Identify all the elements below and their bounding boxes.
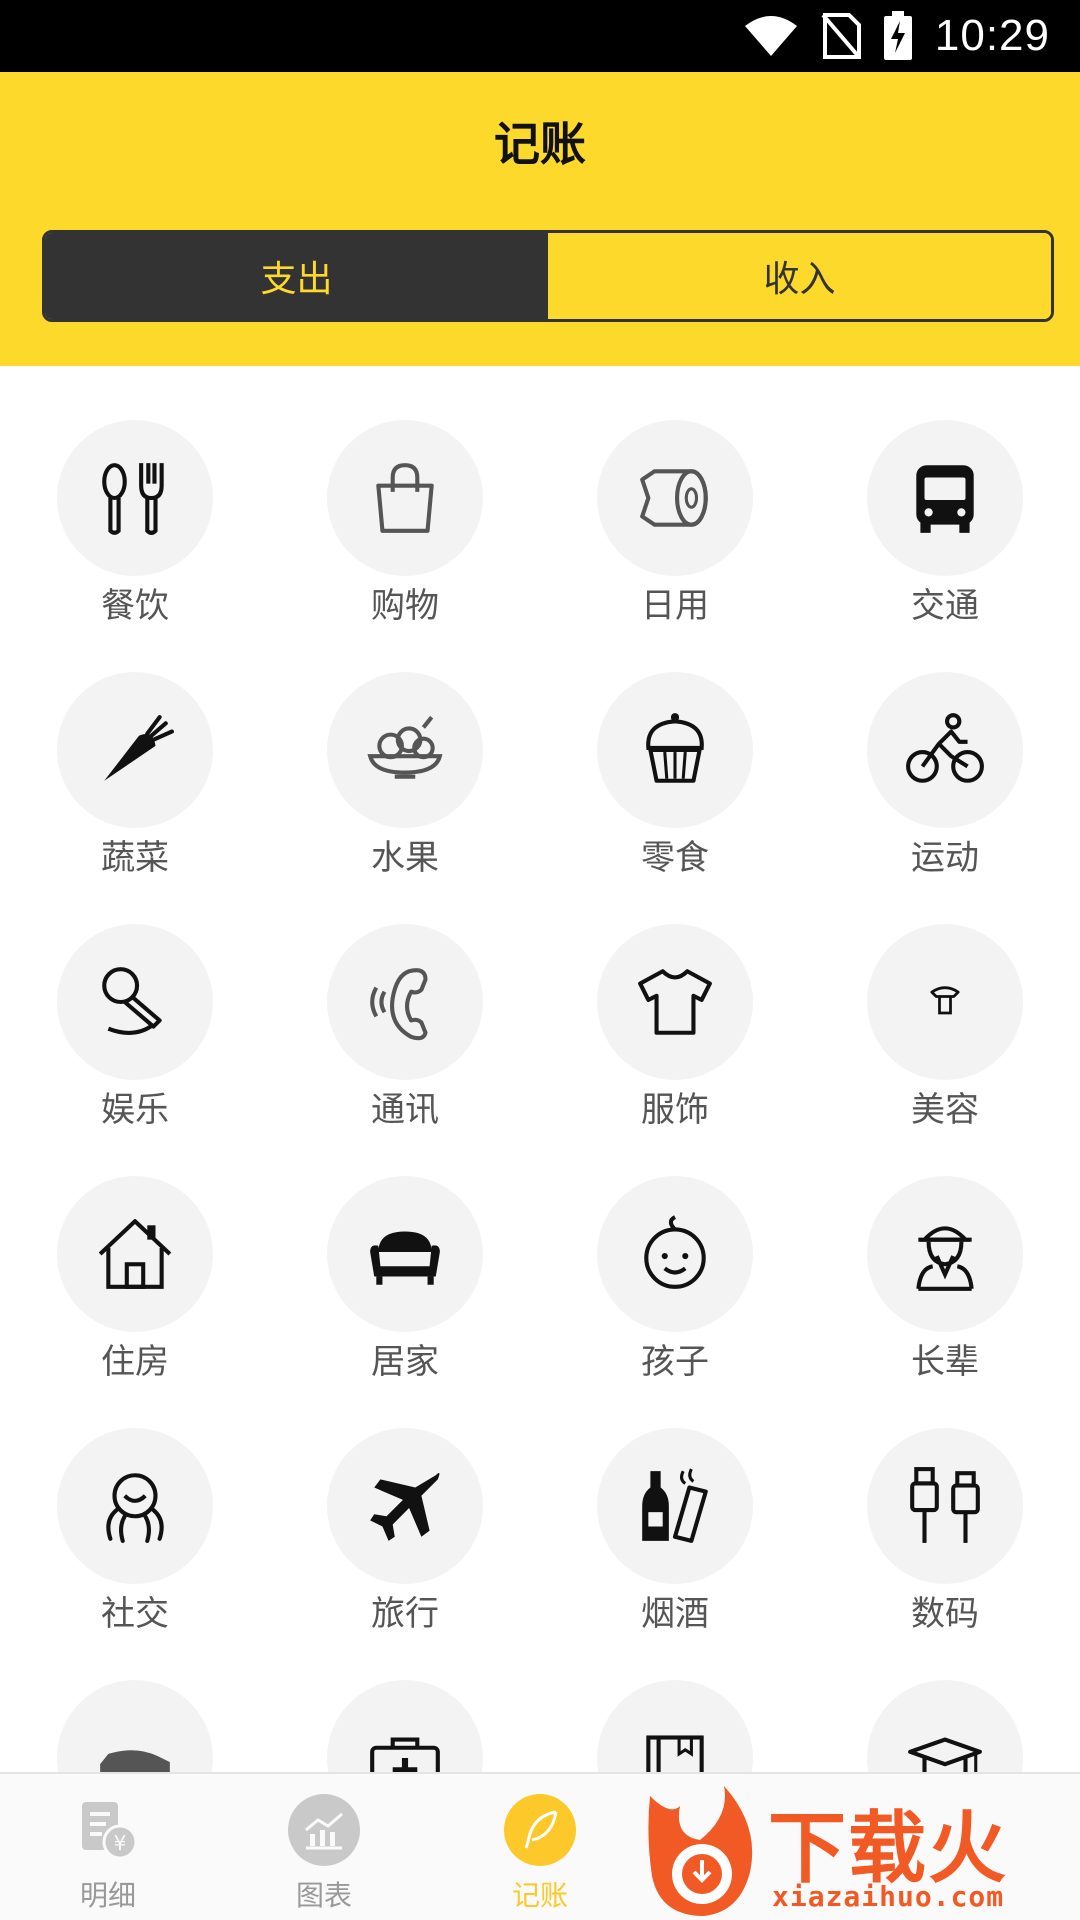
category-education-partial[interactable] xyxy=(810,1626,1080,1772)
tab-income[interactable]: 收入 xyxy=(548,233,1051,319)
cyclist-icon xyxy=(906,713,984,783)
nav-charts[interactable]: 图表 xyxy=(216,1774,432,1920)
category-beauty[interactable]: 美容 xyxy=(810,870,1080,1130)
bottle-cigarette-icon xyxy=(642,1468,708,1543)
graduation-cap-icon xyxy=(908,1737,982,1772)
details-icon: ¥ xyxy=(72,1794,144,1866)
category-transport[interactable]: 交通 xyxy=(810,366,1080,626)
nav-details[interactable]: ¥ 明细 xyxy=(0,1774,216,1920)
category-shopping[interactable]: 购物 xyxy=(270,366,540,626)
usb-cable-icon xyxy=(910,1467,980,1543)
category-books-partial[interactable] xyxy=(540,1626,810,1772)
nav-label: 记账 xyxy=(511,1879,568,1912)
airplane-icon xyxy=(370,1472,440,1541)
elder-icon xyxy=(916,1226,974,1291)
nav-label: 明细 xyxy=(79,1879,136,1912)
category-home[interactable]: 居家 xyxy=(270,1122,540,1382)
category-dining[interactable]: 餐饮 xyxy=(0,366,270,626)
carrot-icon xyxy=(104,715,174,781)
battery-charging-icon xyxy=(883,11,913,61)
nav-label: 图表 xyxy=(295,1879,352,1912)
status-time: 10:29 xyxy=(934,11,1050,60)
feather-pen-icon xyxy=(504,1794,576,1866)
car-icon xyxy=(100,1750,170,1772)
tab-expense[interactable]: 支出 xyxy=(45,233,548,319)
medical-kit-icon xyxy=(370,1737,440,1772)
category-children[interactable]: 孩子 xyxy=(540,1122,810,1382)
category-digital[interactable]: 数码 xyxy=(810,1374,1080,1634)
type-segment-control: 支出 收入 xyxy=(42,230,1054,322)
page-title: 记账 xyxy=(494,117,586,171)
cupcake-icon xyxy=(646,713,704,783)
category-travel[interactable]: 旅行 xyxy=(270,1374,540,1634)
toilet-paper-icon xyxy=(640,469,708,527)
watermark: 下载火 xiazaihuo.com xyxy=(640,1776,1080,1920)
fruit-bowl-icon xyxy=(367,715,443,779)
social-icon xyxy=(106,1473,164,1543)
book-icon xyxy=(646,1735,704,1772)
spoon-fork-icon xyxy=(102,463,164,535)
header: 记账 支出 收入 xyxy=(0,72,1080,366)
chart-icon xyxy=(288,1794,360,1866)
wifi-icon xyxy=(743,14,799,58)
svg-text:¥: ¥ xyxy=(114,1831,127,1855)
category-sports[interactable]: 运动 xyxy=(810,618,1080,878)
flame-logo-icon xyxy=(648,1786,753,1916)
status-bar: 10:29 xyxy=(0,0,1080,72)
house-icon xyxy=(98,1219,172,1289)
phone-icon xyxy=(370,968,428,1041)
shopping-bag-icon xyxy=(376,463,434,533)
category-car-partial[interactable] xyxy=(0,1626,270,1772)
category-medical-partial[interactable] xyxy=(270,1626,540,1772)
sofa-icon xyxy=(370,1231,440,1285)
category-fruit[interactable]: 水果 xyxy=(270,618,540,878)
category-housing[interactable]: 住房 xyxy=(0,1122,270,1382)
nav-record[interactable]: 记账 xyxy=(432,1774,648,1920)
category-grid: 餐饮 购物 日用 交通 蔬菜 水果 零食 运动 娱乐 通讯 服饰 美容 住房 居… xyxy=(0,366,1080,1772)
category-daily-use[interactable]: 日用 xyxy=(540,366,810,626)
t-shirt-icon xyxy=(638,969,712,1035)
bus-icon xyxy=(916,465,974,533)
category-social[interactable]: 社交 xyxy=(0,1374,270,1634)
category-tobacco-alcohol[interactable]: 烟酒 xyxy=(540,1374,810,1634)
no-sim-icon xyxy=(821,13,861,59)
category-entertainment[interactable]: 娱乐 xyxy=(0,870,270,1130)
watermark-url: xiazaihuo.com xyxy=(772,1880,1005,1913)
baby-face-icon xyxy=(644,1215,706,1289)
category-elders[interactable]: 长辈 xyxy=(810,1122,1080,1382)
microphone-icon xyxy=(102,967,162,1035)
lipstick-icon xyxy=(930,986,960,1015)
category-snacks[interactable]: 零食 xyxy=(540,618,810,878)
category-clothing[interactable]: 服饰 xyxy=(540,870,810,1130)
category-communication[interactable]: 通讯 xyxy=(270,870,540,1130)
category-vegetables[interactable]: 蔬菜 xyxy=(0,618,270,878)
